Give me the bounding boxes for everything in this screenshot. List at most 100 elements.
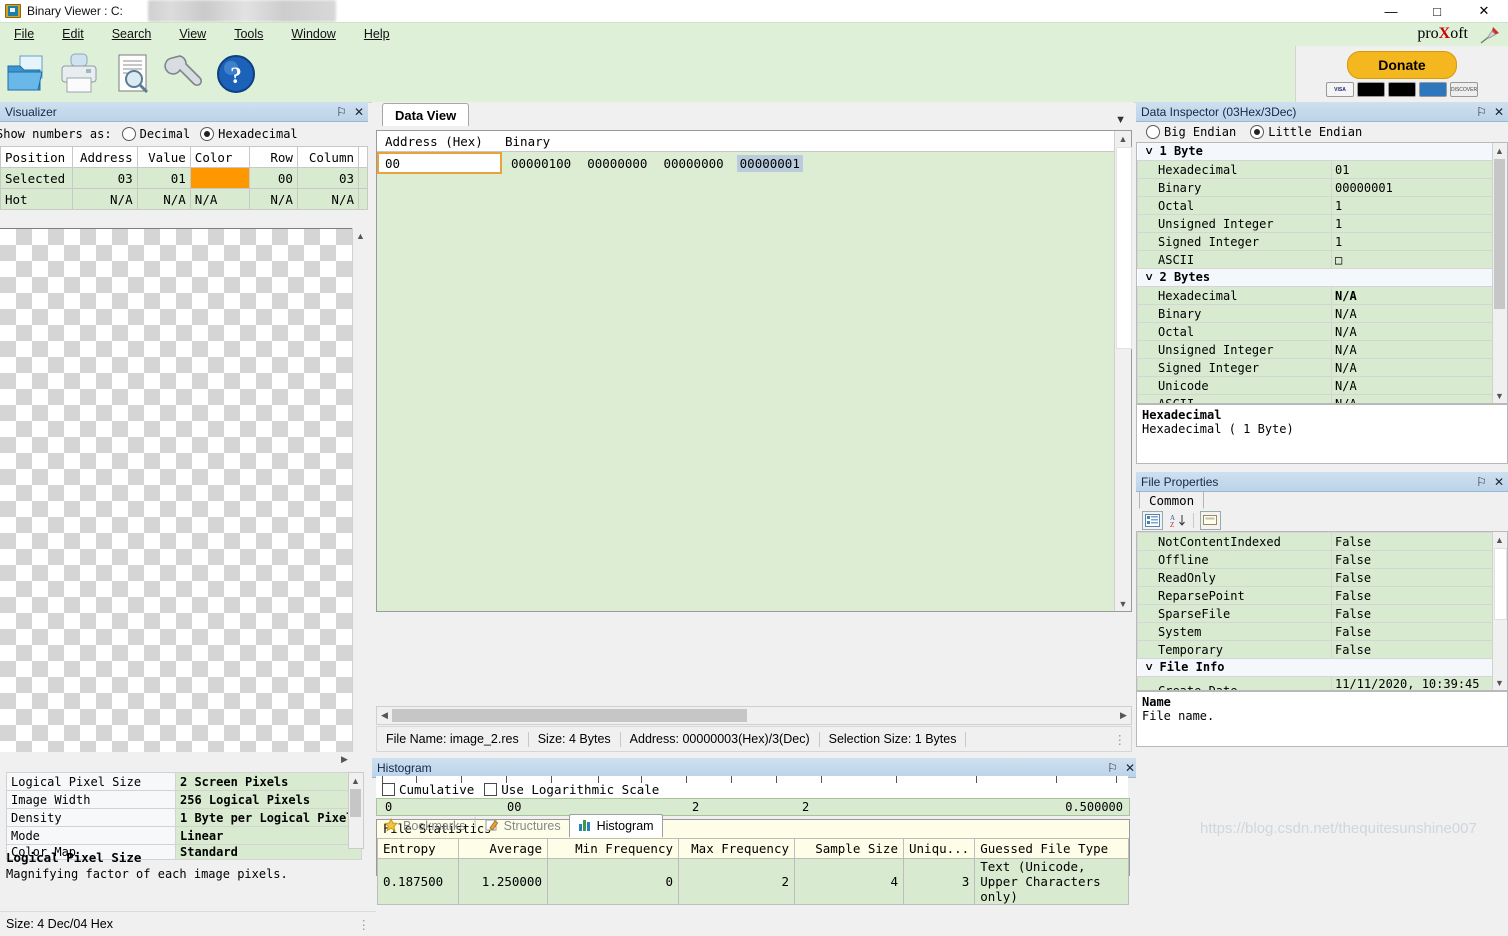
menu-item-window[interactable]: Window: [277, 23, 349, 46]
table-row[interactable]: Octal N/A: [1137, 322, 1493, 341]
byte-2[interactable]: 00000000: [660, 155, 726, 172]
file-properties-grid[interactable]: NotContentIndexed False Offline False Read…: [1136, 531, 1508, 691]
image-properties-scrollbar[interactable]: ▲: [348, 772, 364, 849]
visualizer-vertical-scrollbar[interactable]: ▲: [352, 228, 369, 752]
scroll-thumb[interactable]: [1116, 147, 1132, 349]
menu-item-search[interactable]: Search: [98, 23, 166, 46]
scroll-thumb[interactable]: [1494, 159, 1505, 309]
chevron-down-icon[interactable]: ˅: [1146, 270, 1160, 285]
property-row[interactable]: Image Width 256 Logical Pixels: [6, 790, 362, 809]
byte-1[interactable]: 00000000: [584, 155, 650, 172]
table-row[interactable]: ReadOnly False: [1137, 568, 1493, 587]
sort-az-icon[interactable]: AZ: [1169, 513, 1187, 528]
log-scale-checkbox[interactable]: [484, 783, 498, 796]
binary-bytes[interactable]: 00000100 00000000 00000000 00000001: [508, 154, 803, 172]
radio-hexadecimal[interactable]: Hexadecimal: [200, 127, 298, 141]
radio-little-endian[interactable]: Little Endian: [1250, 125, 1362, 139]
chevron-down-icon[interactable]: ˅: [1146, 144, 1160, 159]
property-page-icon[interactable]: [1200, 510, 1221, 530]
tab-data-view[interactable]: Data View: [382, 103, 470, 126]
close-icon-visualizer[interactable]: ✕: [354, 105, 364, 119]
property-row[interactable]: Logical Pixel Size 2 Screen Pixels: [6, 772, 362, 791]
scroll-up-arrow[interactable]: ▲: [1493, 143, 1506, 158]
donate-button[interactable]: Donate: [1347, 51, 1457, 79]
pin-icon-data-inspector[interactable]: ⚐: [1476, 105, 1487, 119]
checkerboard-canvas[interactable]: [0, 228, 352, 753]
scroll-up-arrow[interactable]: ▲: [1493, 532, 1506, 547]
property-row[interactable]: Density 1 Byte per Logical Pixel: [6, 808, 362, 827]
property-row[interactable]: Mode Linear: [6, 826, 362, 845]
menu-item-edit[interactable]: Edit: [48, 23, 98, 46]
table-row[interactable]: 0.187500 1.250000 0 2 4 3 Text (Unicode,…: [377, 858, 1129, 905]
visualizer-horizontal-scrollbar[interactable]: ▶: [0, 752, 352, 767]
close-button[interactable]: ✕: [1460, 0, 1508, 22]
pin-icon-file-properties[interactable]: ⚐: [1476, 475, 1487, 489]
file-properties-scrollbar[interactable]: ▲ ▼: [1492, 532, 1507, 690]
table-row[interactable]: System False: [1137, 622, 1493, 641]
data-view-vertical-scrollbar[interactable]: ▲ ▼: [1114, 131, 1132, 611]
tab-bookmarks[interactable]: Bookmarks: [376, 815, 474, 837]
data-inspector-scrollbar[interactable]: ▲ ▼: [1492, 143, 1507, 403]
window-controls[interactable]: — □ ✕: [1368, 0, 1508, 22]
byte-3-selected[interactable]: 00000001: [736, 154, 803, 172]
data-view-row[interactable]: 00 00000100 00000000 00000000 00000001: [377, 152, 1131, 174]
histogram-chart[interactable]: Cumulative Use Logarithmic Scale: [376, 776, 1128, 798]
close-icon-file-properties[interactable]: ✕: [1494, 475, 1504, 489]
menu-item-tools[interactable]: Tools: [220, 23, 277, 46]
table-row[interactable]: Hexadecimal N/A: [1137, 286, 1493, 305]
categorized-icon[interactable]: [1142, 510, 1163, 530]
question-mark-icon[interactable]: ?: [212, 50, 260, 98]
pushpin-icon[interactable]: [1476, 25, 1502, 45]
table-row[interactable]: Offline False: [1137, 550, 1493, 569]
table-row[interactable]: Hexadecimal 01: [1137, 160, 1493, 179]
table-row[interactable]: Unsigned Integer N/A: [1137, 340, 1493, 359]
tab-histogram-bottom[interactable]: Histogram: [568, 814, 663, 837]
menu-item-file[interactable]: File: [0, 23, 48, 46]
data-view-content[interactable]: Address (Hex) Binary 00 00000100 0000000…: [376, 130, 1132, 612]
group-file-info[interactable]: ˅ File Info: [1137, 658, 1493, 677]
document-search-icon[interactable]: [108, 50, 156, 98]
scroll-thumb[interactable]: [350, 789, 361, 817]
table-row[interactable]: Temporary False: [1137, 640, 1493, 659]
chevron-down-icon[interactable]: ˅: [1146, 660, 1160, 675]
address-cell[interactable]: 00: [377, 152, 502, 174]
pin-icon-histogram[interactable]: ⚐: [1107, 761, 1118, 775]
table-row[interactable]: Signed Integer 1: [1137, 232, 1493, 251]
table-row[interactable]: NotContentIndexed False: [1137, 532, 1493, 551]
table-row[interactable]: ASCII □: [1137, 250, 1493, 269]
table-row[interactable]: Binary N/A: [1137, 304, 1493, 323]
radio-decimal[interactable]: Decimal: [121, 127, 190, 141]
table-row[interactable]: Unsigned Integer 1: [1137, 214, 1493, 233]
scroll-up-arrow[interactable]: ▲: [1115, 131, 1131, 146]
table-row[interactable]: ASCII N/A: [1137, 394, 1493, 403]
scroll-down-arrow[interactable]: ▼: [1115, 596, 1131, 611]
chevron-down-icon[interactable]: ▼: [1115, 114, 1126, 126]
wrench-icon[interactable]: [160, 50, 208, 98]
table-row[interactable]: Signed Integer N/A: [1137, 358, 1493, 377]
group-2-bytes[interactable]: ˅ 2 Bytes: [1137, 268, 1493, 287]
table-row[interactable]: Create Date11/11/2020, 10:39:45 AM: [1137, 676, 1493, 690]
printer-icon[interactable]: [56, 50, 104, 98]
scroll-right-arrow[interactable]: ▶: [337, 752, 352, 767]
table-row[interactable]: Binary 00000001: [1137, 178, 1493, 197]
maximize-button[interactable]: □: [1414, 0, 1460, 22]
scroll-down-arrow[interactable]: ▼: [1493, 675, 1506, 690]
table-row[interactable]: Octal 1: [1137, 196, 1493, 215]
tab-common[interactable]: Common: [1139, 491, 1205, 509]
close-icon-histogram[interactable]: ✕: [1125, 761, 1135, 775]
data-inspector-grid[interactable]: ˅ 1 Byte Hexadecimal 01 Binary 00000001 Oct…: [1136, 142, 1508, 404]
menu-item-help[interactable]: Help: [350, 23, 404, 46]
tab-structures[interactable]: Structures: [477, 815, 569, 837]
table-row[interactable]: Selected 03 01 00 03: [0, 167, 368, 189]
pin-icon-visualizer[interactable]: ⚐: [336, 105, 347, 119]
scroll-left-arrow[interactable]: ◀: [377, 708, 392, 723]
byte-0[interactable]: 00000100: [508, 155, 574, 172]
scroll-down-arrow[interactable]: ▼: [1493, 388, 1506, 403]
scroll-up-arrow[interactable]: ▲: [349, 773, 362, 788]
scroll-thumb[interactable]: [392, 709, 747, 722]
minimize-button[interactable]: —: [1368, 0, 1414, 22]
scroll-right-arrow[interactable]: ▶: [1116, 708, 1131, 723]
table-row[interactable]: ReparsePoint False: [1137, 586, 1493, 605]
open-folder-icon[interactable]: [4, 50, 52, 98]
scroll-thumb[interactable]: [1494, 548, 1507, 620]
